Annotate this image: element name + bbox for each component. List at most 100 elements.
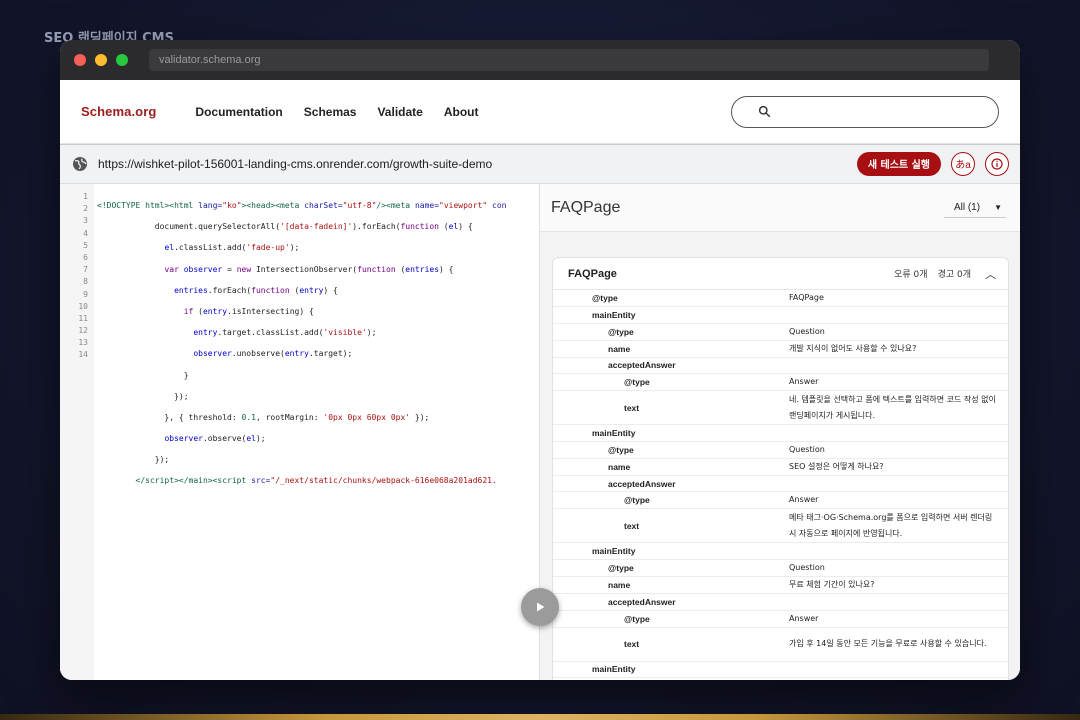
property-key: @type (608, 444, 634, 455)
property-key: @type (553, 678, 789, 680)
property-key: acceptedAnswer (608, 596, 676, 607)
minimize-window-button[interactable] (95, 54, 107, 66)
close-window-button[interactable] (74, 54, 86, 66)
faqpage-result-card: FAQPage 오류 0개 경고 0개 ︿ @type FAQPage mainEn… (552, 257, 1009, 680)
line-number: 5 (83, 240, 88, 250)
property-key: name (608, 343, 631, 354)
site-navbar: Schema.org Documentation Schemas Validat… (60, 80, 1020, 144)
code-line: document.querySelectorAll('[data-fadein]… (97, 222, 473, 232)
code-line: observer.unobserve(entry.target); (193, 349, 353, 359)
property-value: 네. 템플릿을 선택하고 폼에 텍스트를 입력하면 코드 작성 없이 랜딩페이지… (789, 394, 996, 420)
property-key: acceptedAnswer (608, 360, 676, 371)
search-input[interactable] (777, 104, 998, 119)
property-row: @type Question (553, 324, 1008, 341)
property-row: acceptedAnswer (553, 358, 1008, 375)
property-value: Question (789, 678, 1008, 680)
property-row: @type Question (553, 442, 1008, 459)
property-value (789, 594, 1008, 610)
code-line: } (97, 370, 189, 380)
browser-titlebar: validator.schema.org (60, 40, 1020, 80)
property-value (789, 662, 1008, 678)
tested-url: https://wishket-pilot-156001-landing-cms… (98, 156, 493, 171)
warning-count: 경고 0개 (937, 270, 971, 280)
run-new-test-button[interactable]: 새 테스트 실행 (856, 151, 941, 176)
line-number: 6 (83, 252, 88, 262)
property-row: mainEntity (553, 543, 1008, 560)
line-number: 9 (83, 289, 88, 299)
language-button[interactable]: あa (951, 151, 975, 176)
property-value: 메타 태그·OG·Schema.org를 폼으로 입력하면 서버 렌더링 시 자… (789, 512, 993, 538)
code-line: entries.forEach(function (entry) { (174, 285, 338, 295)
property-key: mainEntity (592, 309, 636, 320)
property-rows: @type FAQPage mainEntity @type Question name 개… (553, 290, 1008, 680)
property-value: FAQPage (789, 293, 824, 302)
property-key: text (624, 520, 640, 531)
error-count: 오류 0개 (894, 270, 928, 280)
nav-link-about[interactable]: About (444, 105, 479, 119)
nav-link-schemas[interactable]: Schemas (304, 105, 357, 119)
property-value: 가입 후 14일 동안 모든 기능을 무료로 사용할 수 있습니다. (789, 639, 987, 649)
property-value: 개발 지식이 없어도 사용할 수 있나요? (789, 343, 917, 353)
property-key: text (624, 402, 640, 413)
property-value: Question (789, 444, 825, 454)
caret-down-icon: ▼ (994, 202, 1002, 212)
property-key: @type (608, 326, 634, 337)
property-row: name SEO 설정은 어떻게 하나요? (553, 459, 1008, 476)
line-number: 10 (78, 301, 88, 311)
property-value: 무료 체험 기간이 있나요? (789, 579, 875, 589)
language-icon: あa (955, 160, 971, 171)
code-line: }, { threshold: 0.1, rootMargin: '0px 0p… (97, 412, 430, 422)
code-line: entry.target.classList.add('visible'); (193, 328, 377, 338)
source-code-pane[interactable]: 1 2 3 4 5 6 7 8 9 10 11 12 13 14 <!DOCTYPE html><html… (60, 184, 540, 680)
line-number: 2 (83, 204, 88, 214)
globe-icon (73, 156, 87, 171)
bottom-glow (0, 714, 1080, 720)
property-row: @type Answer (553, 611, 1008, 628)
info-button[interactable] (985, 151, 1009, 176)
property-value: Question (789, 326, 825, 336)
card-title: FAQPage (568, 267, 617, 280)
property-key: @type (608, 562, 634, 573)
property-value (789, 425, 1008, 441)
nav-link-validate[interactable]: Validate (377, 105, 422, 119)
property-key: acceptedAnswer (608, 478, 676, 489)
property-value: Answer (789, 613, 819, 623)
results-title: FAQPage (551, 198, 621, 216)
code-line: if (entry.isIntersecting) { (183, 306, 314, 316)
validate-play-button[interactable] (521, 588, 559, 626)
property-key: mainEntity (592, 664, 636, 675)
main-content: 1 2 3 4 5 6 7 8 9 10 11 12 13 14 <!DOCTYPE html><html… (60, 184, 1020, 680)
results-pane: FAQPage All (1) ▼ FAQPage 오류 0개 경고 0개 ︿ … (540, 184, 1020, 680)
property-row: name 개발 지식이 없어도 사용할 수 있나요? (553, 341, 1008, 358)
line-number-gutter: 1 2 3 4 5 6 7 8 9 10 11 12 13 14 (60, 184, 94, 680)
maximize-window-button[interactable] (116, 54, 128, 66)
search-box[interactable] (731, 95, 999, 128)
code-line: }); (97, 455, 170, 465)
property-value (789, 358, 1008, 374)
property-row: name 무료 체험 기간이 있나요? (553, 577, 1008, 594)
line-number: 8 (83, 277, 88, 287)
line-number: 7 (83, 265, 88, 275)
results-filter-dropdown[interactable]: All (1) ▼ (943, 198, 1006, 218)
property-value: Answer (789, 495, 819, 505)
nav-link-documentation[interactable]: Documentation (195, 105, 282, 119)
card-header[interactable]: FAQPage 오류 0개 경고 0개 ︿ (553, 258, 1008, 290)
property-value (789, 543, 1008, 559)
browser-window: validator.schema.org Schema.org Document… (60, 40, 1020, 680)
line-number: 12 (78, 326, 88, 336)
property-value: SEO 설정은 어떻게 하나요? (789, 461, 884, 471)
property-key: mainEntity (592, 546, 636, 557)
code-line: <!DOCTYPE html><html lang="ko"><head><me… (97, 201, 507, 210)
property-key: @type (624, 495, 650, 506)
chevron-up-icon[interactable]: ︿ (985, 266, 996, 282)
line-number: 4 (83, 228, 88, 238)
address-bar[interactable]: validator.schema.org (149, 49, 989, 71)
filter-label: All (1) (953, 201, 981, 213)
property-row: @typeQuestion (553, 678, 1008, 680)
schema-org-logo[interactable]: Schema.org (81, 104, 156, 119)
property-row: @type FAQPage (553, 290, 1008, 307)
property-key: @type (624, 377, 650, 388)
property-key: mainEntity (592, 427, 636, 438)
code-line: </script></main><script src="/_next/stat… (135, 476, 497, 486)
property-row: @typeQuestion (553, 560, 1008, 577)
